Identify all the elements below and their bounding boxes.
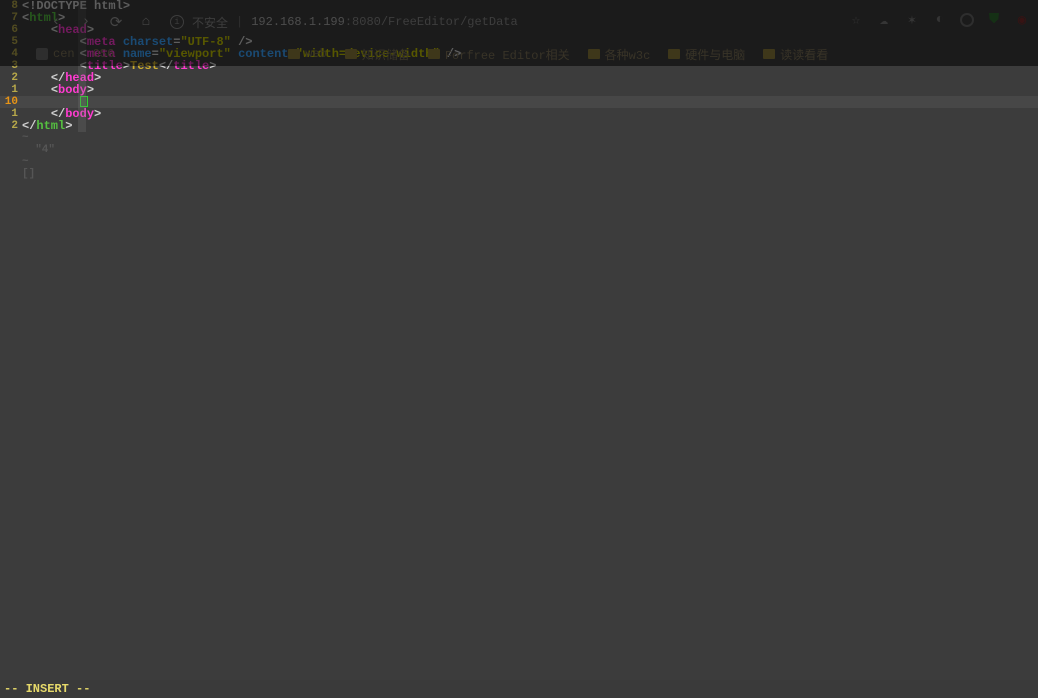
bookmark-label: 读读看看 (780, 46, 828, 63)
bookmark-item[interactable]: OS6 (93, 47, 115, 61)
folder-icon (428, 49, 440, 59)
folder-icon (345, 49, 357, 59)
bookmark-item[interactable]: 硬件与电脑 (668, 46, 745, 63)
bookmark-label: 各种w3c (605, 46, 651, 63)
bookmark-star-icon[interactable]: ☆ (848, 12, 864, 28)
line-number: 2 (0, 120, 18, 132)
url-path: /FreeEditor/getData (381, 15, 518, 29)
url-port: :8080 (345, 15, 381, 29)
bookmark-item[interactable]: 知识储备 (345, 46, 410, 63)
code-editor[interactable]: 876543211012 <!DOCTYPE html><html> <head… (0, 0, 1038, 698)
code-line[interactable]: </body> (22, 108, 1038, 120)
site-icon (36, 48, 48, 60)
ext-icon-2[interactable]: ✶ (904, 12, 920, 28)
bookmark-item[interactable]: 读读看看 (763, 46, 828, 63)
bookmark-label: 硬件与电脑 (685, 46, 745, 63)
text-cursor (80, 96, 88, 107)
bookmark-item[interactable]: cen (36, 47, 75, 61)
folder-icon (668, 49, 680, 59)
code-line[interactable] (22, 96, 1038, 108)
bookmark-label: cen (53, 47, 75, 61)
code-line[interactable]: </head> (22, 72, 1038, 84)
buffer-end-line: ~ (22, 132, 1038, 144)
url-host: 192.168.1.199 (251, 15, 345, 29)
code-line[interactable]: <body> (22, 84, 1038, 96)
bookmarks-bar: cen OS6 web 知识储备 Forfree Editor相关 各种w3c 硬件与电脑 读… (0, 42, 1038, 66)
vim-status-bar: -- INSERT -- (0, 680, 1038, 698)
bookmark-label: web (305, 47, 327, 61)
forward-button[interactable]: › (74, 10, 98, 34)
bookmark-label: OS6 (93, 47, 115, 61)
vim-mode: -- INSERT -- (4, 682, 90, 696)
reload-button[interactable]: ⟳ (104, 10, 128, 34)
line-number-gutter: 876543211012 (0, 0, 22, 698)
bookmark-item[interactable]: 各种w3c (588, 46, 651, 63)
bookmark-label: Forfree Editor相关 (445, 46, 570, 63)
address-bar[interactable]: i 不安全 | 192.168.1.199:8080/FreeEditor/ge… (170, 14, 518, 31)
buffer-end-line: ~ (22, 156, 1038, 168)
line-number: 1 (0, 84, 18, 96)
line-number: 10 (0, 96, 18, 108)
buffer-end-line: [] (22, 168, 1038, 180)
line-number: 2 (0, 72, 18, 84)
ext-icon-record[interactable]: ◉ (1014, 12, 1030, 28)
security-label: 不安全 (192, 14, 228, 31)
folder-icon (288, 49, 300, 59)
ext-icon-gear[interactable] (960, 13, 974, 27)
bookmark-label: 知识储备 (362, 46, 410, 63)
line-number: 1 (0, 108, 18, 120)
buffer-end-line: "4" (22, 144, 1038, 156)
home-button[interactable]: ⌂ (134, 10, 158, 34)
site-info-icon[interactable]: i (170, 15, 184, 29)
folder-icon (763, 49, 775, 59)
folder-icon (588, 49, 600, 59)
toolbar-right: ☆ ☁ ✶ ◐ ⛊ ◉ (848, 6, 1030, 34)
bookmark-item[interactable]: web (288, 47, 327, 61)
bookmark-item[interactable]: Forfree Editor相关 (428, 46, 570, 63)
ext-icon-1[interactable]: ☁ (876, 12, 892, 28)
code-line[interactable]: </html> (22, 120, 1038, 132)
ext-icon-3[interactable]: ◐ (932, 12, 948, 28)
ext-icon-shield[interactable]: ⛊ (986, 12, 1002, 28)
back-button[interactable]: ‹ (44, 10, 68, 34)
